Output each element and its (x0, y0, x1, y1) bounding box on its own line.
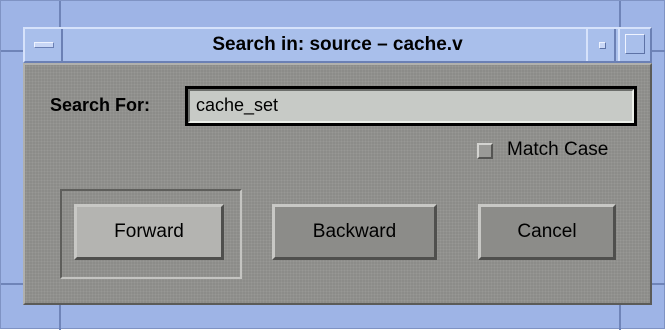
search-label: Search For: (50, 95, 151, 115)
frame-divider (1, 50, 23, 52)
frame-divider (59, 305, 61, 330)
search-input[interactable]: cache_set (185, 86, 637, 126)
frame-divider (652, 283, 665, 285)
match-case-checkbox[interactable] (477, 143, 493, 159)
title-bar[interactable]: Search in: source – cache.v (23, 27, 652, 63)
search-input-value[interactable]: cache_set (196, 95, 278, 116)
minimize-button[interactable] (586, 29, 616, 61)
frame-divider (59, 1, 61, 27)
frame-divider (652, 50, 665, 52)
cancel-button[interactable]: Cancel (478, 204, 616, 260)
window-frame: Search in: source – cache.v Search For: … (0, 0, 665, 330)
frame-divider (1, 283, 23, 285)
frame-divider (619, 305, 621, 330)
maximize-button[interactable] (618, 29, 650, 61)
frame-divider (619, 1, 621, 27)
dialog-body: Search For: cache_set Match Case Forward… (23, 63, 652, 305)
match-case-label[interactable]: Match Case (507, 139, 608, 161)
window-title: Search in: source – cache.v (212, 34, 463, 55)
forward-button[interactable]: Forward (74, 204, 224, 260)
minimize-icon (599, 42, 606, 49)
maximize-icon (625, 34, 645, 54)
backward-button[interactable]: Backward (272, 204, 437, 260)
